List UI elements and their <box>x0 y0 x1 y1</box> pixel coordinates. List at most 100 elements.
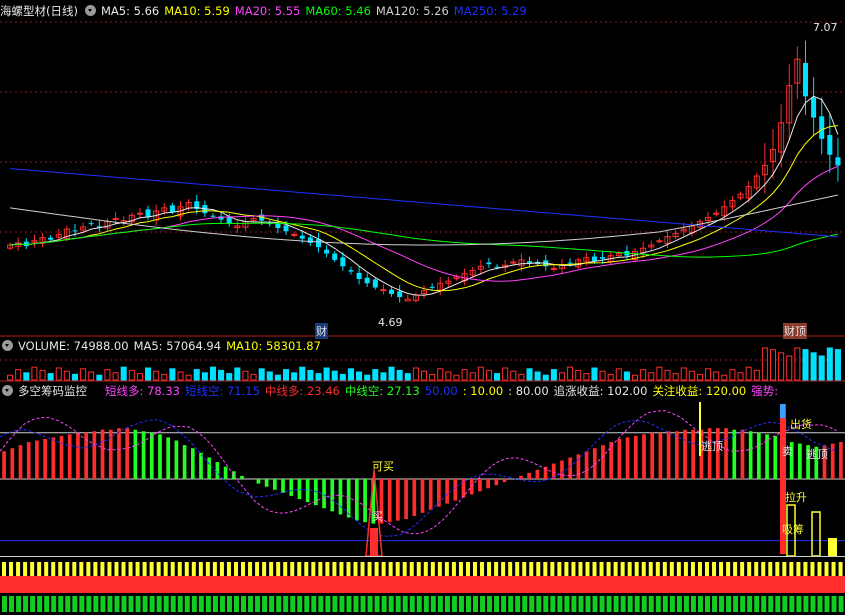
green-strip-cell <box>283 596 289 612</box>
yellow-strip-cell <box>318 562 323 576</box>
green-strip-cell <box>775 596 781 612</box>
volume-bar <box>656 366 663 381</box>
volume-bar <box>177 371 184 381</box>
candle-body-down <box>72 230 78 232</box>
green-strip-cell <box>690 596 696 612</box>
yellow-strip-cell <box>529 562 534 576</box>
green-strip-cell <box>79 596 85 612</box>
yellow-strip-cell <box>465 562 470 576</box>
green-strip-cell <box>465 596 471 612</box>
indicator-legend-item: 关注收益: 120.00 <box>652 384 747 398</box>
yellow-strip-cell <box>233 562 238 576</box>
green-strip-cell <box>473 596 479 612</box>
volume-bar <box>412 367 419 381</box>
volume-bar <box>420 370 428 381</box>
candle-body-down <box>827 135 833 155</box>
candle-body-down <box>486 262 492 265</box>
yellow-strip-cell <box>381 562 386 576</box>
ma-legend-item: MA250: 5.29 <box>453 4 527 18</box>
green-strip-cell <box>93 596 99 612</box>
volume-panel-toggle-icon[interactable] <box>2 340 13 351</box>
yellow-strip-cell <box>353 562 358 576</box>
yellow-strip-cell <box>571 562 576 576</box>
yellow-strip-cell <box>191 562 196 576</box>
yellow-strip-cell <box>58 562 63 576</box>
volume-bar <box>469 372 476 381</box>
volume-bar <box>696 373 703 381</box>
yellow-strip-cell <box>226 562 231 576</box>
green-strip-cell <box>838 596 844 612</box>
volume-legend-item: MA5: 57064.94 <box>133 339 222 353</box>
green-strip-cell <box>789 596 795 612</box>
signal-absorb: 吸筹 <box>782 523 804 536</box>
signal-sell-top: 出货 <box>790 418 812 431</box>
yellow-strip-cell <box>627 562 632 576</box>
price-panel-toggle-icon[interactable] <box>84 5 96 16</box>
volume-bar <box>396 369 403 381</box>
yellow-strip-cell <box>564 562 569 576</box>
yellow-strip-cell <box>669 562 674 576</box>
yellow-strip-cell <box>416 562 421 576</box>
yellow-strip-cell <box>782 562 787 576</box>
yellow-strip-cell <box>205 562 210 576</box>
yellow-strip-cell <box>339 562 344 576</box>
yellow-strip-cell <box>726 562 731 576</box>
green-strip-cell <box>44 596 50 612</box>
green-strip-cell <box>444 596 450 612</box>
volume-bar <box>534 371 541 381</box>
indicator-panel-toggle-icon[interactable] <box>2 385 13 396</box>
green-strip-cell <box>508 596 514 612</box>
ma-legend-item: MA120: 5.26 <box>375 4 449 18</box>
volume-bar <box>347 368 354 381</box>
candle-body-up <box>510 261 517 264</box>
yellow-strip-cell <box>170 562 175 576</box>
green-strip-cell <box>430 596 436 612</box>
green-strip-cell <box>114 596 120 612</box>
yellow-strip-cell <box>23 562 28 576</box>
moving-average-lines <box>10 95 839 296</box>
green-strip-cell <box>620 596 626 612</box>
green-strip-cell <box>627 596 633 612</box>
indicator-legend-item: : 80.00 <box>508 384 549 398</box>
green-strip-cell <box>599 596 605 612</box>
green-strip-cell <box>655 596 661 612</box>
yellow-strip-cell <box>487 562 492 576</box>
stock-title: 海螺型材(日线) <box>0 4 78 18</box>
volume-panel-header: VOLUME: 74988.00 MA5: 57064.94 MA10: 58301… <box>0 337 331 355</box>
green-strip-cell <box>65 596 71 612</box>
candle-body-down <box>591 256 597 261</box>
green-strip-cell <box>480 596 486 612</box>
volume-bar <box>429 373 436 381</box>
yellow-strip-cell <box>620 562 625 576</box>
yellow-strip-cell <box>578 562 583 576</box>
volume-bar <box>291 372 298 381</box>
candle-body-down <box>567 262 573 264</box>
volume-bar <box>380 372 387 381</box>
green-strip-cell <box>634 596 640 612</box>
yellow-strip-cell <box>388 562 393 576</box>
signal-buy: 买 <box>372 510 383 523</box>
green-strip-cell <box>641 596 647 612</box>
red-strip <box>0 576 845 593</box>
candle-body-up <box>656 240 663 243</box>
ma-legend-item: MA60: 5.46 <box>305 4 371 18</box>
candle-body-down <box>802 62 808 97</box>
yellow-strip-cell <box>761 562 766 576</box>
green-strip-cell <box>782 596 788 612</box>
candle-body-down <box>372 279 378 288</box>
candle-body-down <box>210 215 216 217</box>
green-strip-cell <box>205 596 211 612</box>
candle-body-down <box>819 116 825 139</box>
indicator-legend: 短线多: 78.33 短线空: 71.15 中线多: 23.46 中线空: 27.13… <box>105 384 783 398</box>
yellow-strip-cell <box>79 562 84 576</box>
volume-bar <box>542 374 549 381</box>
yellow-strip-cell <box>789 562 794 576</box>
yellow-strip-cell <box>592 562 597 576</box>
green-strip-cell <box>142 596 148 612</box>
marker-right-label: 财顶 <box>783 323 807 339</box>
yellow-strip-cell <box>423 562 428 576</box>
green-strip-cell <box>128 596 134 612</box>
yellow-strip-cell <box>613 562 618 576</box>
volume-bar <box>185 374 192 381</box>
yellow-strip-cell <box>585 562 590 576</box>
